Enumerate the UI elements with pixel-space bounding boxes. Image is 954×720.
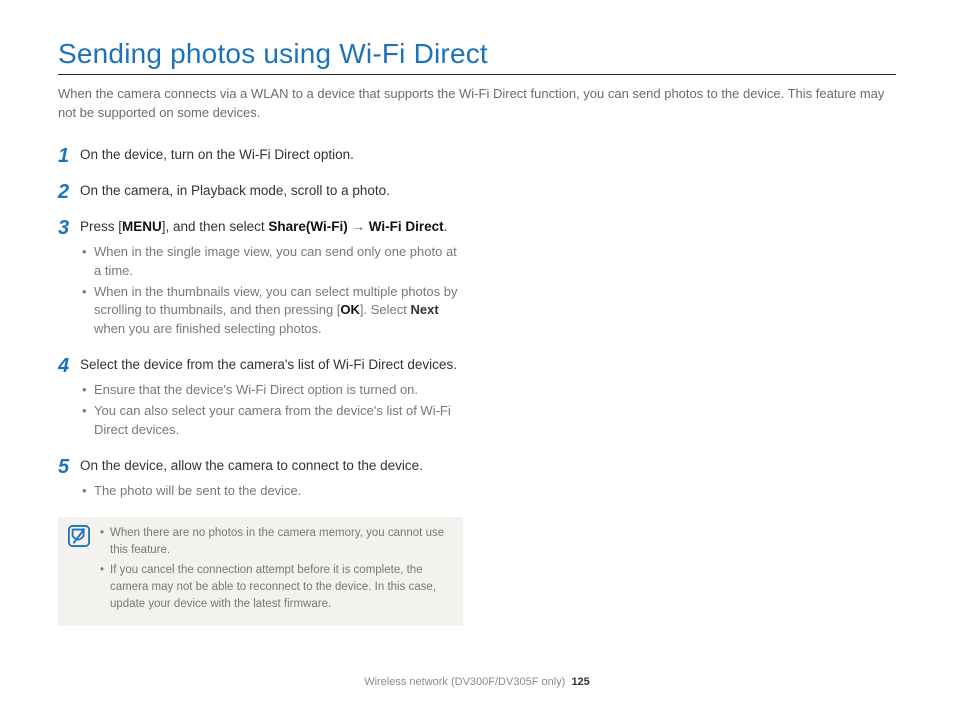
step-3: 3 Press [MENU], and then select Share(Wi… (58, 217, 463, 341)
step-3-sublist: When in the single image view, you can s… (80, 243, 463, 339)
share-wifi-label: Share(Wi-Fi) (268, 219, 347, 234)
step-2: 2 On the camera, in Playback mode, scrol… (58, 181, 463, 203)
ok-key-label: OK (340, 302, 360, 317)
footer-section: Wireless network (DV300F/DV305F only) (364, 676, 565, 688)
step-5-sublist: The photo will be sent to the device. (80, 482, 463, 501)
text-fragment: . (444, 219, 448, 234)
list-item: You can also select your camera from the… (94, 402, 463, 440)
step-number: 4 (58, 355, 80, 377)
step-4: 4 Select the device from the camera's li… (58, 355, 463, 442)
list-item: When in the single image view, you can s… (94, 243, 463, 281)
note-item: When there are no photos in the camera m… (100, 525, 453, 558)
text-fragment: Press [ (80, 219, 122, 234)
list-item: Ensure that the device's Wi-Fi Direct op… (94, 381, 463, 400)
step-text: Select the device from the camera's list… (80, 355, 463, 375)
step-text: On the camera, in Playback mode, scroll … (80, 181, 463, 201)
step-number: 2 (58, 181, 80, 203)
footer-page-number: 125 (571, 676, 589, 688)
list-item: When in the thumbnails view, you can sel… (94, 283, 463, 340)
step-body: On the device, turn on the Wi-Fi Direct … (80, 145, 463, 165)
steps-column: 1 On the device, turn on the Wi-Fi Direc… (58, 145, 463, 627)
text-fragment: ], and then select (162, 219, 269, 234)
step-body: Select the device from the camera's list… (80, 355, 463, 442)
step-body: On the device, allow the camera to conne… (80, 456, 463, 503)
next-label: Next (411, 302, 439, 317)
manual-page: Sending photos using Wi-Fi Direct When t… (0, 0, 954, 720)
note-icon (68, 525, 90, 547)
step-text: Press [MENU], and then select Share(Wi-F… (80, 217, 463, 237)
step-text: On the device, allow the camera to conne… (80, 456, 463, 476)
step-body: On the camera, in Playback mode, scroll … (80, 181, 463, 201)
note-list: When there are no photos in the camera m… (100, 525, 453, 616)
note-box: When there are no photos in the camera m… (58, 517, 463, 626)
step-4-sublist: Ensure that the device's Wi-Fi Direct op… (80, 381, 463, 440)
arrow-icon: → (348, 219, 369, 234)
step-1: 1 On the device, turn on the Wi-Fi Direc… (58, 145, 463, 167)
step-text: On the device, turn on the Wi-Fi Direct … (80, 145, 463, 165)
text-fragment: when you are finished selecting photos. (94, 321, 322, 336)
intro-paragraph: When the camera connects via a WLAN to a… (58, 85, 896, 123)
step-5: 5 On the device, allow the camera to con… (58, 456, 463, 503)
step-number: 3 (58, 217, 80, 239)
step-number: 5 (58, 456, 80, 478)
menu-key-label: MENU (122, 219, 162, 234)
note-item: If you cancel the connection attempt bef… (100, 562, 453, 612)
step-body: Press [MENU], and then select Share(Wi-F… (80, 217, 463, 341)
wifi-direct-label: Wi-Fi Direct (369, 219, 444, 234)
page-title: Sending photos using Wi-Fi Direct (58, 38, 896, 75)
page-footer: Wireless network (DV300F/DV305F only) 12… (0, 676, 954, 688)
step-number: 1 (58, 145, 80, 167)
text-fragment: ]. Select (360, 302, 411, 317)
list-item: The photo will be sent to the device. (94, 482, 463, 501)
